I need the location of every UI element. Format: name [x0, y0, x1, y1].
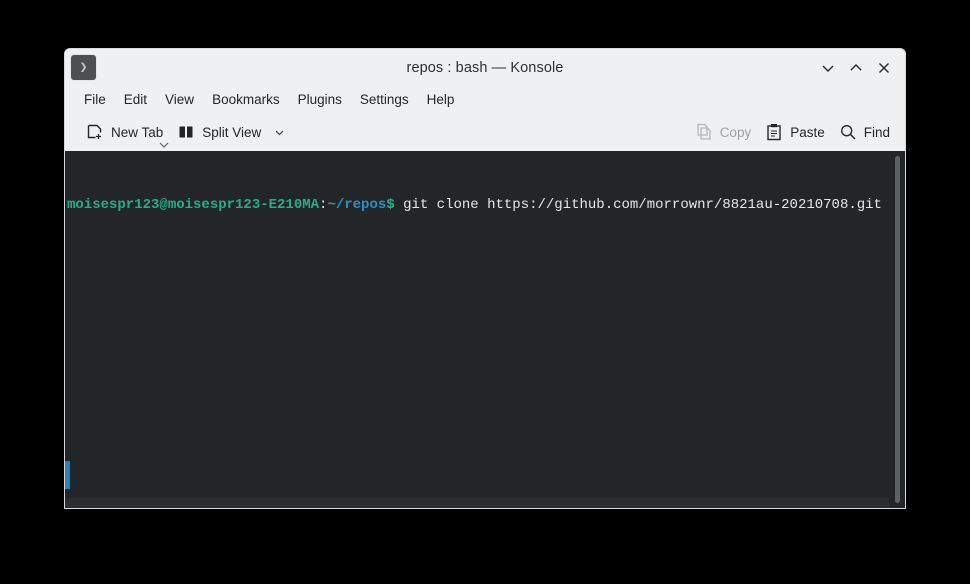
prompt-user-host: moisespr123@moisespr123-E210MA [67, 197, 320, 213]
menu-bar: File Edit View Bookmarks Plugins Setting… [65, 86, 905, 113]
chevron-up-icon [850, 63, 862, 70]
prompt-glyph: ❯ [79, 60, 88, 75]
menu-item-bookmarks[interactable]: Bookmarks [203, 89, 289, 110]
copy-label: Copy [719, 124, 752, 140]
menu-item-edit[interactable]: Edit [115, 89, 156, 110]
terminal-left-marker [65, 461, 70, 489]
paste-button[interactable]: Paste [758, 119, 832, 145]
paste-icon [767, 124, 781, 141]
new-tab-icon [87, 124, 102, 139]
paste-label: Paste [790, 124, 825, 140]
scrollbar-thumb[interactable] [894, 156, 900, 503]
search-icon [840, 124, 856, 140]
menu-item-plugins[interactable]: Plugins [289, 89, 351, 110]
menu-item-settings[interactable]: Settings [351, 89, 418, 110]
find-button[interactable]: Find [832, 119, 897, 145]
chevron-down-icon [822, 65, 834, 72]
new-tab-button[interactable]: New Tab [79, 119, 170, 148]
menu-item-help[interactable]: Help [418, 89, 464, 110]
terminal-scrollbar[interactable] [889, 151, 905, 508]
terminal-prompt-icon[interactable]: ❯ [71, 55, 96, 80]
terminal-command: git clone https://github.com/morrownr/88… [394, 197, 891, 213]
close-icon [879, 62, 889, 73]
terminal-output[interactable]: moisespr123@moisespr123-E210MA:~/repos$ … [65, 151, 899, 508]
terminal-area[interactable]: moisespr123@moisespr123-E210MA:~/repos$ … [65, 151, 905, 508]
close-button[interactable] [871, 55, 897, 81]
prompt-sigil: $ [386, 197, 395, 213]
title-bar[interactable]: ❯ repos : bash — Konsole [65, 49, 905, 86]
menu-item-view[interactable]: View [156, 89, 203, 110]
window-title: repos : bash — Konsole [406, 59, 564, 76]
copy-button[interactable]: Copy [688, 119, 759, 145]
split-view-chevron-down-icon[interactable] [273, 126, 286, 139]
maximize-button[interactable] [843, 55, 869, 81]
split-view-icon [179, 126, 193, 138]
copy-icon [697, 123, 711, 140]
tool-bar: New Tab Split View Copy Paste Find [65, 113, 905, 151]
new-tab-label: New Tab [111, 124, 164, 140]
split-view-button[interactable]: Split View [170, 119, 293, 145]
prompt-path: ~/repos [327, 197, 387, 213]
split-view-label: Split View [202, 124, 262, 140]
terminal-prompt-line: moisespr123@moisespr123-E210MA:~/repos$ … [67, 195, 899, 215]
menu-item-file[interactable]: File [75, 89, 115, 110]
minimize-button[interactable] [815, 55, 841, 81]
terminal-bottom-strip [65, 498, 905, 508]
konsole-window: ❯ repos : bash — Konsole File Edit View … [65, 49, 905, 508]
find-label: Find [863, 124, 890, 140]
new-tab-chevron-down-icon[interactable] [158, 141, 170, 149]
window-controls [815, 49, 897, 86]
